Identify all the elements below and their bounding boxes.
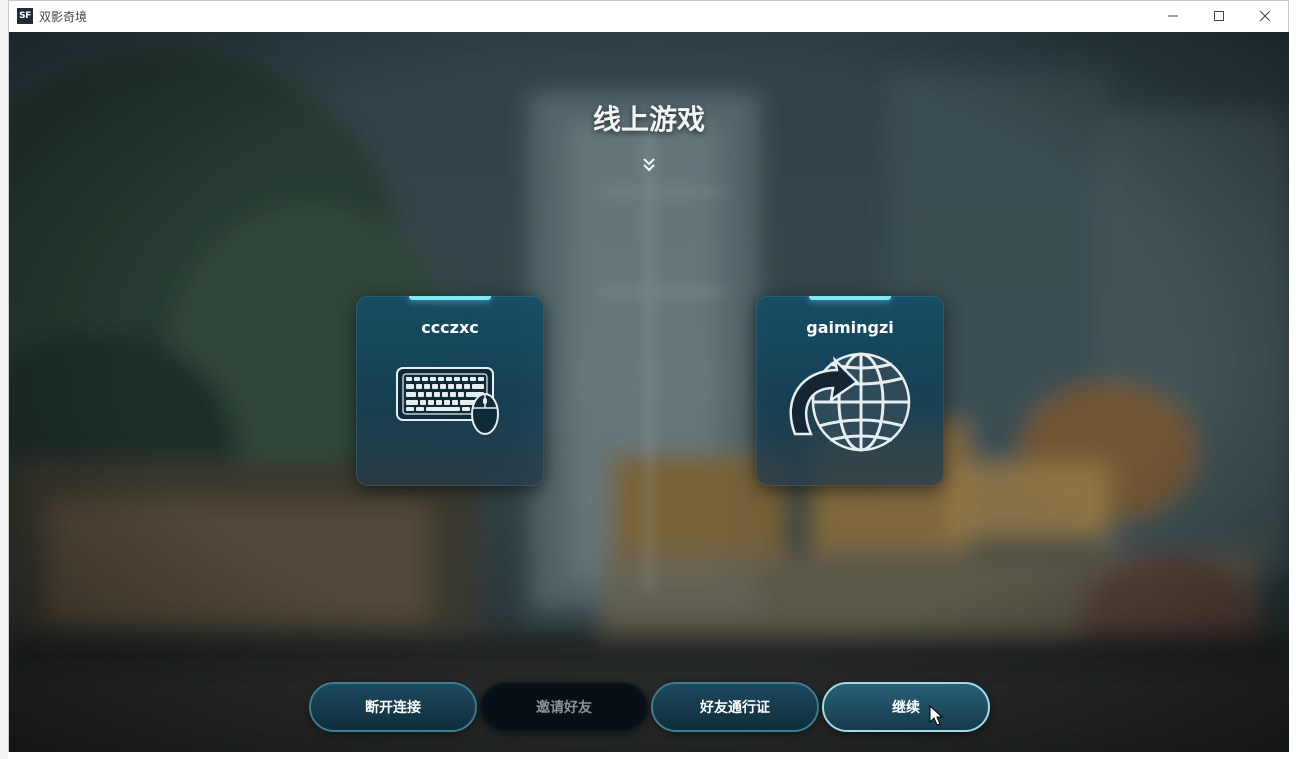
online-globe-icon (789, 352, 911, 452)
maximize-icon (1214, 11, 1224, 21)
minimize-icon (1168, 15, 1178, 17)
keyboard-mouse-icon (396, 367, 499, 435)
window-controls (1150, 1, 1288, 31)
close-button[interactable] (1242, 1, 1288, 31)
player-name: ccczxc (421, 318, 479, 337)
friend-pass-button[interactable]: 好友通行证 (651, 682, 819, 732)
bottom-menu: 断开连接 邀请好友 好友通行证 继续 (9, 682, 1289, 732)
app-logo-icon: SF (17, 8, 33, 24)
continue-button[interactable]: 继续 (822, 682, 990, 732)
card-accent-bar (809, 296, 891, 300)
desktop-background (0, 0, 8, 759)
app-window: SF 双影奇境 线上游戏 ccczxc gaimingzi 断开连接 邀请好友 … (8, 0, 1289, 752)
close-icon (1259, 10, 1271, 22)
card-accent-bar (409, 296, 491, 300)
minimize-button[interactable] (1150, 1, 1196, 31)
disconnect-button[interactable]: 断开连接 (309, 682, 477, 732)
invite-friend-button[interactable]: 邀请好友 (480, 682, 648, 732)
mouse-cursor-icon (929, 705, 943, 726)
game-viewport: 线上游戏 ccczxc gaimingzi 断开连接 邀请好友 好友通行证 继续 (9, 32, 1289, 752)
title-bar[interactable]: SF 双影奇境 (9, 1, 1288, 31)
player-card-remote: gaimingzi (756, 296, 944, 486)
page-title: 线上游戏 (592, 103, 705, 136)
double-chevron-down-icon (643, 158, 655, 172)
player-card-local: ccczxc (356, 296, 544, 486)
maximize-button[interactable] (1196, 1, 1242, 31)
window-title: 双影奇境 (39, 9, 88, 24)
player-name: gaimingzi (806, 318, 894, 337)
blurred-city-background (9, 32, 1289, 752)
